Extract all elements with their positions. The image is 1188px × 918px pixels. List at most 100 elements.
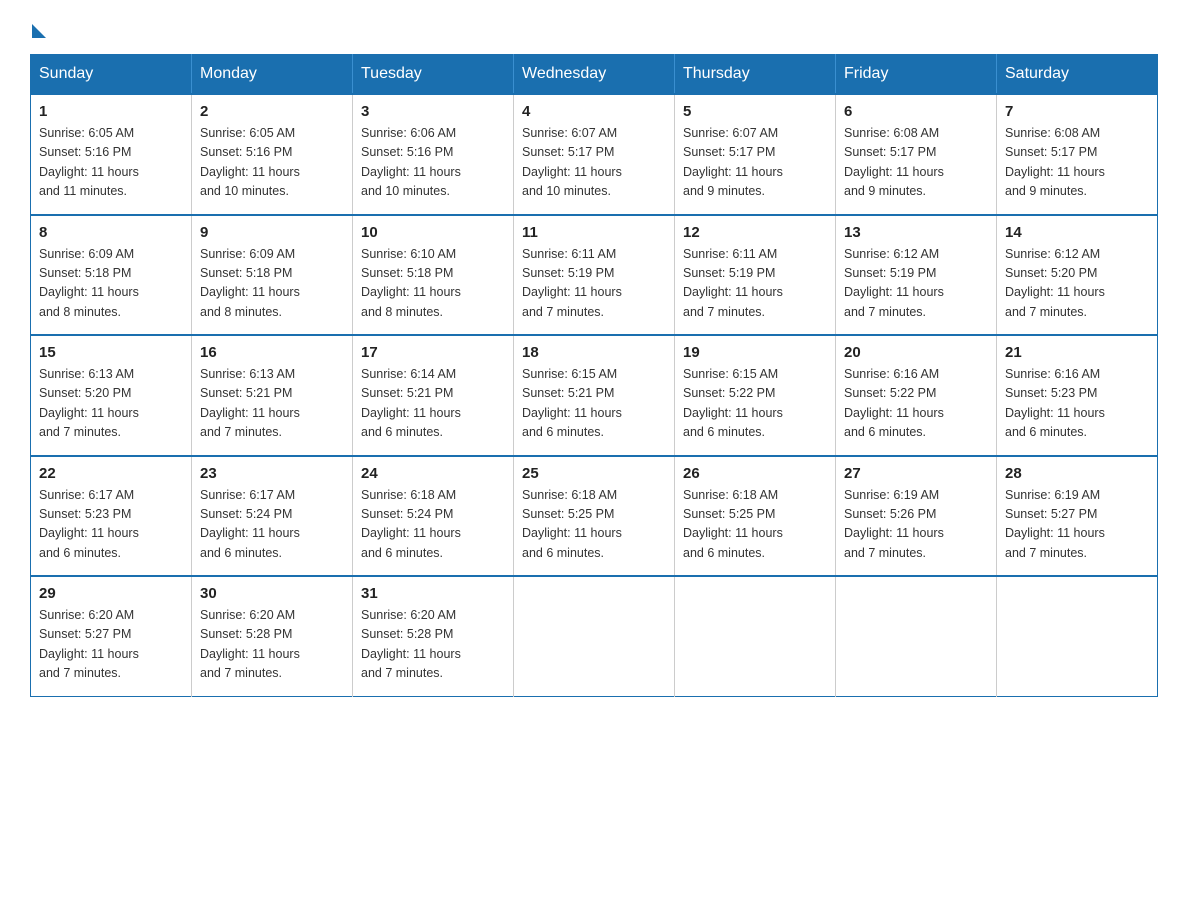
day-number: 16 <box>200 344 344 361</box>
calendar-day-cell: 22Sunrise: 6:17 AMSunset: 5:23 PMDayligh… <box>31 456 192 577</box>
calendar-week-row: 29 Sunrise: 6:20 AMSunset: 5:27 PMDayligh… <box>31 576 1158 696</box>
day-info: Sunrise: 6:07 AMSunset: 5:17 PMDaylight:… <box>683 124 827 202</box>
calendar-day-cell: 28 Sunrise: 6:19 AMSunset: 5:27 PMDayligh… <box>997 456 1158 577</box>
day-number: 29 <box>39 585 183 602</box>
day-info: Sunrise: 6:20 AMSunset: 5:27 PMDaylight:… <box>39 606 183 684</box>
calendar-day-cell: 15Sunrise: 6:13 AMSunset: 5:20 PMDayligh… <box>31 335 192 456</box>
calendar-day-cell: 13 Sunrise: 6:12 AMSunset: 5:19 PMDayligh… <box>836 215 997 336</box>
day-info: Sunrise: 6:09 AMSunset: 5:18 PMDaylight:… <box>200 245 344 323</box>
day-info: Sunrise: 6:08 AMSunset: 5:17 PMDaylight:… <box>1005 124 1149 202</box>
weekday-header-friday: Friday <box>836 55 997 95</box>
day-info: Sunrise: 6:13 AMSunset: 5:20 PMDaylight:… <box>39 365 183 443</box>
day-info: Sunrise: 6:11 AMSunset: 5:19 PMDaylight:… <box>683 245 827 323</box>
logo-arrow-icon <box>32 24 46 38</box>
weekday-header-sunday: Sunday <box>31 55 192 95</box>
day-info: Sunrise: 6:20 AMSunset: 5:28 PMDaylight:… <box>361 606 505 684</box>
calendar-day-cell: 24 Sunrise: 6:18 AMSunset: 5:24 PMDayligh… <box>353 456 514 577</box>
day-number: 14 <box>1005 224 1149 241</box>
day-number: 31 <box>361 585 505 602</box>
day-number: 5 <box>683 103 827 120</box>
weekday-header-thursday: Thursday <box>675 55 836 95</box>
day-info: Sunrise: 6:12 AMSunset: 5:19 PMDaylight:… <box>844 245 988 323</box>
day-number: 22 <box>39 465 183 482</box>
day-info: Sunrise: 6:16 AMSunset: 5:23 PMDaylight:… <box>1005 365 1149 443</box>
calendar-table: SundayMondayTuesdayWednesdayThursdayFrid… <box>30 54 1158 697</box>
calendar-day-cell: 26 Sunrise: 6:18 AMSunset: 5:25 PMDayligh… <box>675 456 836 577</box>
calendar-day-cell: 16 Sunrise: 6:13 AMSunset: 5:21 PMDayligh… <box>192 335 353 456</box>
calendar-day-cell: 19Sunrise: 6:15 AMSunset: 5:22 PMDayligh… <box>675 335 836 456</box>
calendar-day-cell: 25 Sunrise: 6:18 AMSunset: 5:25 PMDayligh… <box>514 456 675 577</box>
day-number: 20 <box>844 344 988 361</box>
day-info: Sunrise: 6:20 AMSunset: 5:28 PMDaylight:… <box>200 606 344 684</box>
day-number: 10 <box>361 224 505 241</box>
calendar-day-cell: 11 Sunrise: 6:11 AMSunset: 5:19 PMDayligh… <box>514 215 675 336</box>
day-number: 4 <box>522 103 666 120</box>
day-number: 11 <box>522 224 666 241</box>
calendar-day-cell: 27 Sunrise: 6:19 AMSunset: 5:26 PMDayligh… <box>836 456 997 577</box>
day-number: 1 <box>39 103 183 120</box>
day-info: Sunrise: 6:19 AMSunset: 5:26 PMDaylight:… <box>844 486 988 564</box>
day-info: Sunrise: 6:13 AMSunset: 5:21 PMDaylight:… <box>200 365 344 443</box>
day-number: 24 <box>361 465 505 482</box>
calendar-week-row: 8 Sunrise: 6:09 AMSunset: 5:18 PMDaylight… <box>31 215 1158 336</box>
day-info: Sunrise: 6:16 AMSunset: 5:22 PMDaylight:… <box>844 365 988 443</box>
day-number: 9 <box>200 224 344 241</box>
calendar-day-cell: 21 Sunrise: 6:16 AMSunset: 5:23 PMDayligh… <box>997 335 1158 456</box>
calendar-day-cell: 8 Sunrise: 6:09 AMSunset: 5:18 PMDaylight… <box>31 215 192 336</box>
day-info: Sunrise: 6:08 AMSunset: 5:17 PMDaylight:… <box>844 124 988 202</box>
calendar-day-cell <box>514 576 675 696</box>
calendar-day-cell: 1Sunrise: 6:05 AMSunset: 5:16 PMDaylight… <box>31 94 192 215</box>
calendar-day-cell: 12 Sunrise: 6:11 AMSunset: 5:19 PMDayligh… <box>675 215 836 336</box>
calendar-week-row: 22Sunrise: 6:17 AMSunset: 5:23 PMDayligh… <box>31 456 1158 577</box>
day-info: Sunrise: 6:18 AMSunset: 5:25 PMDaylight:… <box>683 486 827 564</box>
day-number: 28 <box>1005 465 1149 482</box>
day-number: 27 <box>844 465 988 482</box>
day-number: 12 <box>683 224 827 241</box>
calendar-day-cell: 10 Sunrise: 6:10 AMSunset: 5:18 PMDayligh… <box>353 215 514 336</box>
calendar-day-cell: 3Sunrise: 6:06 AMSunset: 5:16 PMDaylight… <box>353 94 514 215</box>
day-number: 18 <box>522 344 666 361</box>
weekday-header-saturday: Saturday <box>997 55 1158 95</box>
day-number: 6 <box>844 103 988 120</box>
day-info: Sunrise: 6:18 AMSunset: 5:25 PMDaylight:… <box>522 486 666 564</box>
day-number: 21 <box>1005 344 1149 361</box>
calendar-day-cell: 31 Sunrise: 6:20 AMSunset: 5:28 PMDayligh… <box>353 576 514 696</box>
calendar-day-cell: 30 Sunrise: 6:20 AMSunset: 5:28 PMDayligh… <box>192 576 353 696</box>
calendar-day-cell: 6 Sunrise: 6:08 AMSunset: 5:17 PMDaylight… <box>836 94 997 215</box>
day-number: 26 <box>683 465 827 482</box>
day-number: 8 <box>39 224 183 241</box>
day-number: 23 <box>200 465 344 482</box>
calendar-day-cell: 4 Sunrise: 6:07 AMSunset: 5:17 PMDaylight… <box>514 94 675 215</box>
day-number: 3 <box>361 103 505 120</box>
logo <box>30 20 46 34</box>
calendar-day-cell: 17Sunrise: 6:14 AMSunset: 5:21 PMDayligh… <box>353 335 514 456</box>
day-number: 25 <box>522 465 666 482</box>
page-header <box>30 20 1158 34</box>
calendar-day-cell: 5 Sunrise: 6:07 AMSunset: 5:17 PMDaylight… <box>675 94 836 215</box>
calendar-day-cell <box>836 576 997 696</box>
day-info: Sunrise: 6:18 AMSunset: 5:24 PMDaylight:… <box>361 486 505 564</box>
day-info: Sunrise: 6:11 AMSunset: 5:19 PMDaylight:… <box>522 245 666 323</box>
calendar-day-cell: 14 Sunrise: 6:12 AMSunset: 5:20 PMDayligh… <box>997 215 1158 336</box>
day-number: 13 <box>844 224 988 241</box>
calendar-day-cell: 23 Sunrise: 6:17 AMSunset: 5:24 PMDayligh… <box>192 456 353 577</box>
calendar-day-cell: 7Sunrise: 6:08 AMSunset: 5:17 PMDaylight… <box>997 94 1158 215</box>
day-info: Sunrise: 6:15 AMSunset: 5:22 PMDaylight:… <box>683 365 827 443</box>
calendar-week-row: 1 Sunrise: 6:05 AMSunset: 5:16 PMDaylight… <box>31 94 1158 215</box>
calendar-week-row: 15Sunrise: 6:13 AMSunset: 5:20 PMDayligh… <box>31 335 1158 456</box>
day-info: Sunrise: 6:09 AMSunset: 5:18 PMDaylight:… <box>39 245 183 323</box>
day-info: Sunrise: 6:19 AMSunset: 5:27 PMDaylight:… <box>1005 486 1149 564</box>
calendar-day-cell: 18 Sunrise: 6:15 AMSunset: 5:21 PMDayligh… <box>514 335 675 456</box>
day-info: Sunrise: 6:05 AMSunset: 5:16 PMDaylight:… <box>200 124 344 202</box>
day-info: Sunrise: 6:12 AMSunset: 5:20 PMDaylight:… <box>1005 245 1149 323</box>
day-info: Sunrise: 6:10 AMSunset: 5:18 PMDaylight:… <box>361 245 505 323</box>
calendar-header-row: SundayMondayTuesdayWednesdayThursdayFrid… <box>31 55 1158 95</box>
day-info: Sunrise: 6:07 AMSunset: 5:17 PMDaylight:… <box>522 124 666 202</box>
day-info: Sunrise: 6:17 AMSunset: 5:24 PMDaylight:… <box>200 486 344 564</box>
calendar-day-cell: 20 Sunrise: 6:16 AMSunset: 5:22 PMDayligh… <box>836 335 997 456</box>
day-info: Sunrise: 6:15 AMSunset: 5:21 PMDaylight:… <box>522 365 666 443</box>
day-number: 30 <box>200 585 344 602</box>
calendar-day-cell: 2 Sunrise: 6:05 AMSunset: 5:16 PMDaylight… <box>192 94 353 215</box>
calendar-day-cell: 29 Sunrise: 6:20 AMSunset: 5:27 PMDayligh… <box>31 576 192 696</box>
day-number: 2 <box>200 103 344 120</box>
